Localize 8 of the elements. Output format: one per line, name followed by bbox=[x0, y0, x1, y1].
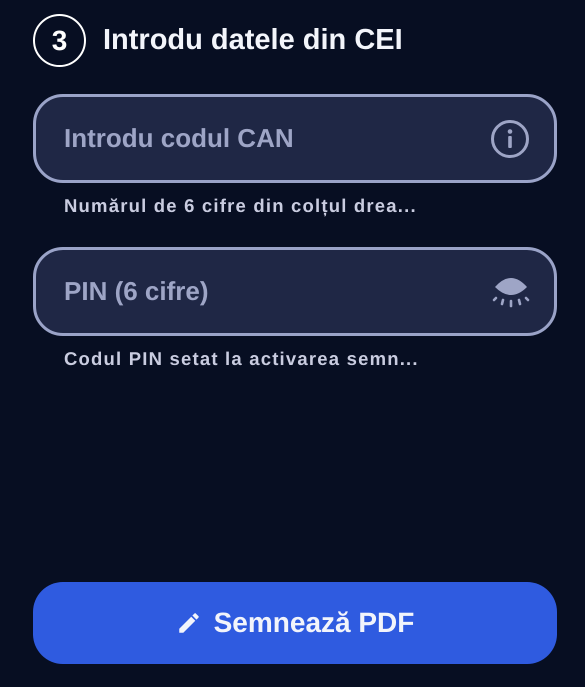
input-field[interactable]: PIN (6 cifre) bbox=[33, 247, 557, 336]
field-hint: Codul PIN setat la activarea semn... bbox=[64, 348, 420, 370]
step-number: 3 bbox=[33, 14, 86, 67]
field-hint: Numărul de 6 cifre din colțul drea... bbox=[64, 195, 418, 217]
sign-pdf-button[interactable]: Semnează PDF bbox=[33, 582, 557, 664]
info-icon[interactable] bbox=[490, 118, 530, 158]
input-field[interactable]: Introdu codul CAN bbox=[33, 94, 557, 183]
section-title: Introdu datele din CEI bbox=[103, 24, 403, 57]
